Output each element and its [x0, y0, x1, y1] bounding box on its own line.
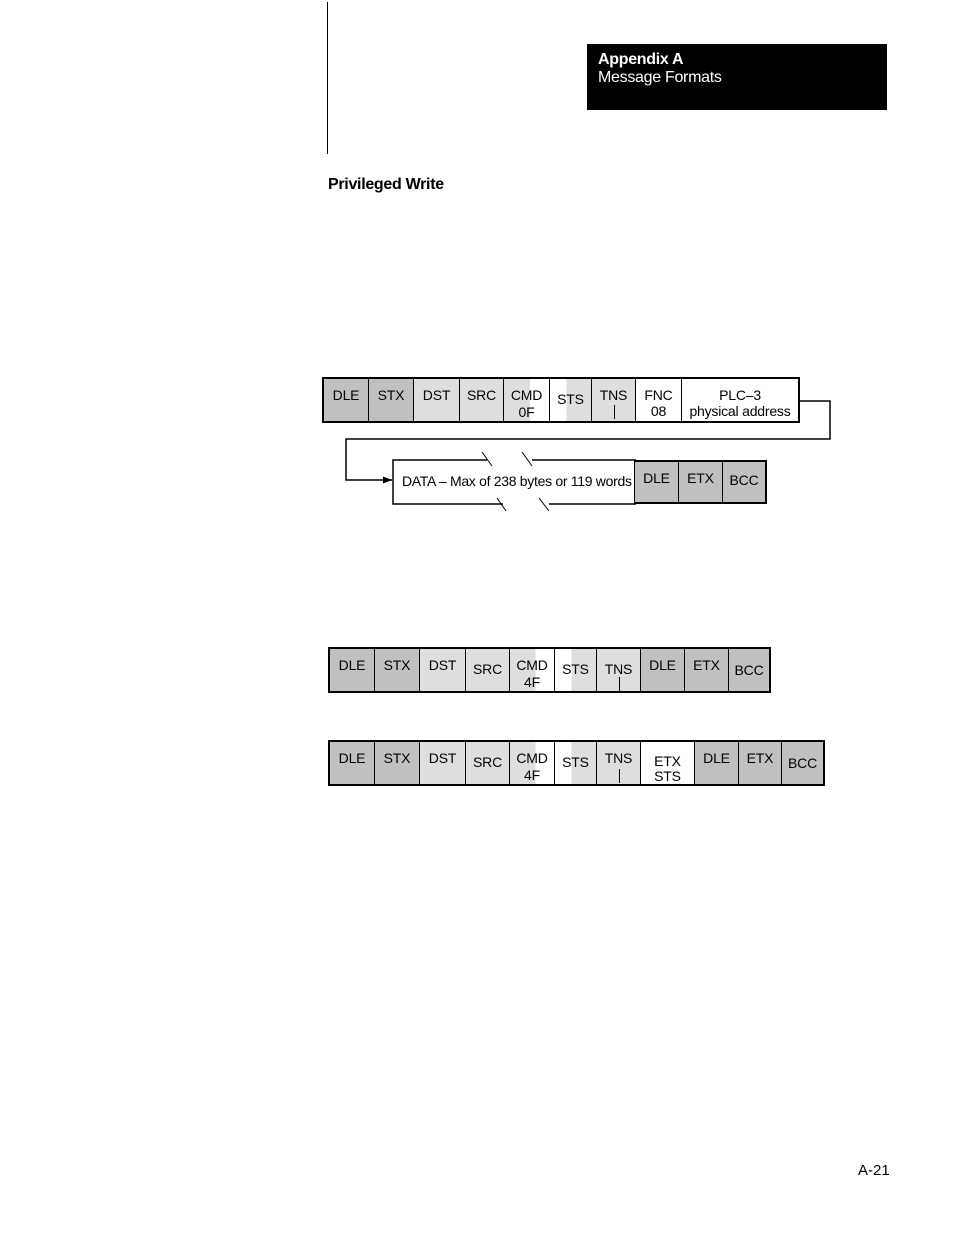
- field-bcc: BCC: [728, 649, 771, 691]
- field-etx: ETX: [738, 742, 781, 784]
- field-sts: STS: [554, 649, 596, 691]
- field-cmd: CMD 4F: [509, 742, 554, 784]
- field-dle: DLE: [640, 649, 684, 691]
- field-dst: DST: [419, 649, 465, 691]
- reply-frame: DLE STX DST SRC CMD 4F STS TNS DLE ETX BC…: [328, 647, 771, 693]
- field-dle: DLE: [328, 649, 374, 691]
- data-field-label: DATA – Max of 238 bytes or 119 words: [402, 473, 632, 489]
- field-bcc: BCC: [722, 462, 767, 502]
- field-sts: STS: [554, 742, 596, 784]
- field-cmd: CMD 4F: [509, 649, 554, 691]
- field-etx: ETX: [684, 649, 728, 691]
- page-number: A-21: [858, 1162, 890, 1179]
- frame-connector: [345, 400, 831, 512]
- field-src: SRC: [465, 742, 509, 784]
- reply-frame-ext-sts: DLE STX DST SRC CMD 4F STS TNS ETX STS DLE…: [328, 740, 825, 786]
- field-tns: TNS: [596, 742, 640, 784]
- field-dle: DLE: [694, 742, 738, 784]
- field-stx: STX: [374, 742, 419, 784]
- field-stx: STX: [374, 649, 419, 691]
- field-dst: DST: [419, 742, 465, 784]
- arrow-head: [383, 476, 392, 484]
- field-dle: DLE: [328, 742, 374, 784]
- field-bcc: BCC: [781, 742, 825, 784]
- field-ext-sts: ETX STS: [640, 742, 694, 784]
- field-tns: TNS: [596, 649, 640, 691]
- field-dle: DLE: [634, 462, 678, 502]
- command-frame-trailer: DLE ETX BCC: [634, 460, 767, 504]
- field-src: SRC: [465, 649, 509, 691]
- field-etx: ETX: [678, 462, 722, 502]
